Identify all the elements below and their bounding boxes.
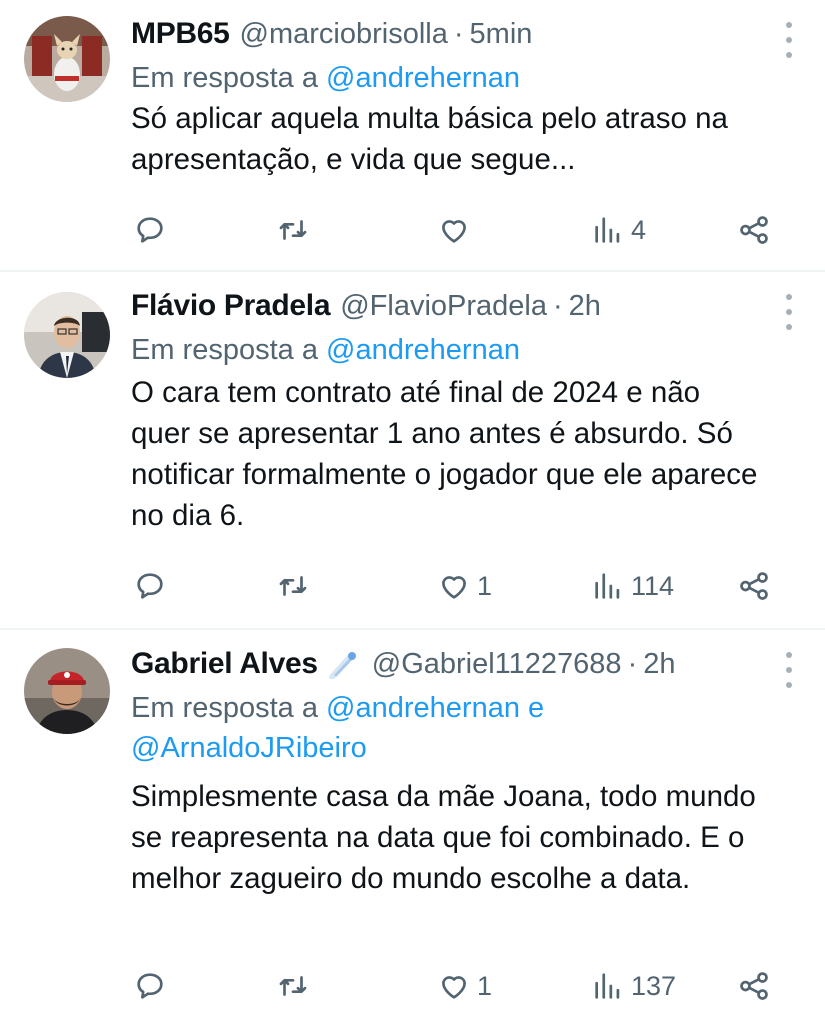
reply-icon [137, 973, 163, 999]
views-count: 4 [631, 214, 647, 245]
likes-count: 1 [477, 570, 493, 601]
tweet-actions: 1 137 [131, 966, 781, 1006]
timestamp[interactable]: 2h [643, 648, 675, 681]
mention-link[interactable]: @ArnaldoJRibeiro [131, 732, 367, 764]
views-icon [595, 973, 620, 999]
tweet-text: Simplesmente casa da mãe Joana, todo mun… [131, 780, 756, 895]
views-button[interactable]: 4 [591, 210, 646, 250]
views-count: 114 [631, 570, 675, 601]
reply-button[interactable] [133, 966, 167, 1006]
tweet-text: O cara tem contrato até final de 2024 e … [131, 376, 758, 532]
like-button[interactable] [437, 210, 471, 250]
reply-prefix: Em resposta a [131, 334, 318, 366]
reply-prefix: Em resposta a [131, 62, 318, 94]
comet-emoji-icon [328, 652, 356, 679]
share-button[interactable] [737, 966, 771, 1006]
separator-dot: · [453, 17, 464, 50]
display-name[interactable]: Flávio Pradela [131, 289, 331, 323]
mention-link[interactable]: @andrehernan e [326, 692, 544, 724]
like-icon [442, 976, 466, 999]
reply-prefix: Em resposta a [131, 692, 318, 724]
separator-dot: · [553, 289, 563, 322]
user-handle[interactable]: @Gabriel11227688 [372, 648, 622, 681]
display-name[interactable]: MPB65 [131, 17, 230, 51]
retweet-button[interactable] [276, 566, 310, 606]
share-icon [740, 972, 768, 1000]
views-icon [595, 573, 620, 599]
mention-link[interactable]: @andrehernan [326, 62, 520, 94]
retweet-icon [279, 576, 307, 596]
separator-dot: · [627, 647, 638, 680]
like-icon [442, 220, 466, 243]
share-icon [740, 216, 768, 244]
tweet-header: Flávio Pradela @FlavioPradela · 2h [131, 286, 765, 326]
like-icon [442, 576, 466, 599]
tweet-actions: 1 114 [131, 566, 781, 606]
mention-link[interactable]: @andrehernan [326, 334, 520, 366]
likes-count: 1 [477, 970, 493, 1001]
share-button[interactable] [737, 210, 771, 250]
retweet-button[interactable] [276, 210, 310, 250]
tweet-header: MPB65 @marciobrisolla · 5min [131, 14, 765, 54]
reply-context-line2: @ArnaldoJRibeiro [131, 728, 765, 768]
reply-context: Em resposta a @andrehernan [131, 58, 765, 98]
timestamp[interactable]: 5min [470, 18, 533, 51]
like-button[interactable]: 1 [437, 966, 492, 1006]
retweet-icon [279, 976, 307, 996]
user-handle[interactable]: @FlavioPradela [340, 290, 547, 323]
share-icon [740, 572, 768, 600]
user-handle[interactable]: @marciobrisolla [240, 18, 448, 51]
tweet-header: Gabriel Alves @Gabriel11227688 · 2h [131, 644, 765, 684]
like-button[interactable]: 1 [437, 566, 492, 606]
tweet-3[interactable]: Gabriel Alves @Gabriel11227688 · 2h Em r… [0, 630, 825, 1024]
display-name[interactable]: Gabriel Alves [131, 647, 318, 681]
reply-icon [137, 573, 163, 599]
retweet-button[interactable] [276, 966, 310, 1006]
views-button[interactable]: 114 [591, 566, 674, 606]
tweet-1[interactable]: MPB65 @marciobrisolla · 5min Em resposta… [0, 0, 825, 270]
more-icon[interactable] [783, 22, 795, 58]
tweet-actions: 4 [131, 210, 781, 250]
timestamp[interactable]: 2h [569, 290, 601, 323]
more-icon[interactable] [783, 652, 795, 688]
tweet-2[interactable]: Flávio Pradela @FlavioPradela · 2h Em re… [0, 272, 825, 628]
views-button[interactable]: 137 [591, 966, 676, 1006]
reply-icon [137, 217, 163, 243]
share-button[interactable] [737, 566, 771, 606]
reply-button[interactable] [133, 566, 167, 606]
avatar[interactable] [24, 292, 110, 378]
tweet-text: Só aplicar aquela multa básica pelo atra… [131, 102, 728, 176]
reply-context: Em resposta a @andrehernan [131, 330, 765, 370]
avatar[interactable] [24, 648, 110, 734]
avatar[interactable] [24, 16, 110, 102]
more-icon[interactable] [783, 294, 795, 330]
views-count: 137 [631, 970, 677, 1001]
reply-context: Em resposta a @andrehernan e [131, 688, 765, 728]
reply-button[interactable] [133, 210, 167, 250]
views-icon [595, 217, 620, 243]
retweet-icon [279, 220, 307, 240]
